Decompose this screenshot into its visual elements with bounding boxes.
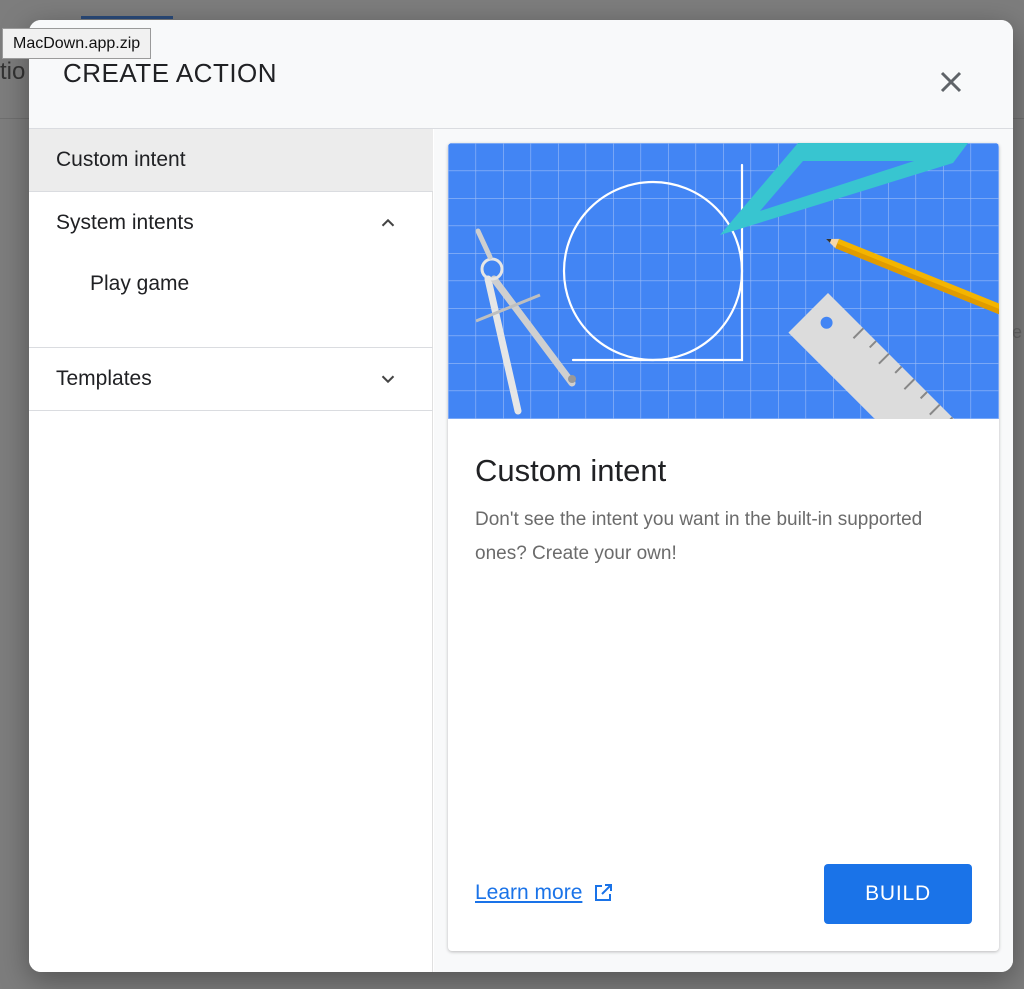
sidebar-item-play-game[interactable]: Play game: [29, 253, 433, 315]
background-tab-indicator: [81, 16, 173, 19]
chevron-up-icon: [381, 218, 395, 227]
dialog-title: CREATE ACTION: [63, 58, 278, 88]
card-title: Custom intent: [475, 453, 667, 488]
chevron-down-icon: [381, 375, 395, 384]
external-link-icon: [595, 884, 613, 901]
create-action-dialog: CREATE ACTION Custom intent System inten…: [29, 20, 1013, 972]
sidebar-item-label: System intents: [56, 211, 194, 234]
file-tooltip: MacDown.app.zip: [2, 28, 152, 59]
build-button[interactable]: BUILD: [824, 864, 972, 924]
sidebar-item-label: Custom intent: [56, 148, 186, 171]
divider: [29, 410, 433, 411]
sidebar-item-label: Templates: [56, 367, 152, 390]
learn-more-link[interactable]: Learn more: [475, 881, 615, 905]
sidebar-item-custom-intent[interactable]: Custom intent: [29, 129, 433, 191]
dialog-header: CREATE ACTION: [29, 20, 1013, 129]
background-text-right: e: [1012, 322, 1023, 342]
intent-sidebar: Custom intent System intents Play game T…: [29, 129, 433, 972]
sidebar-item-system-intents[interactable]: System intents: [29, 192, 433, 254]
sidebar-item-label: Play game: [90, 272, 190, 295]
detail-panel: Custom intent Don't see the intent you w…: [434, 129, 1013, 972]
intent-card: Custom intent Don't see the intent you w…: [448, 143, 999, 951]
blueprint-illustration: [448, 143, 999, 419]
background-text-left: tio: [0, 58, 26, 85]
sidebar-item-templates[interactable]: Templates: [29, 348, 433, 410]
learn-more-label: Learn more: [475, 881, 583, 904]
close-button[interactable]: [933, 64, 969, 100]
card-description: Don't see the intent you want in the bui…: [475, 509, 923, 564]
close-icon: [940, 71, 962, 93]
